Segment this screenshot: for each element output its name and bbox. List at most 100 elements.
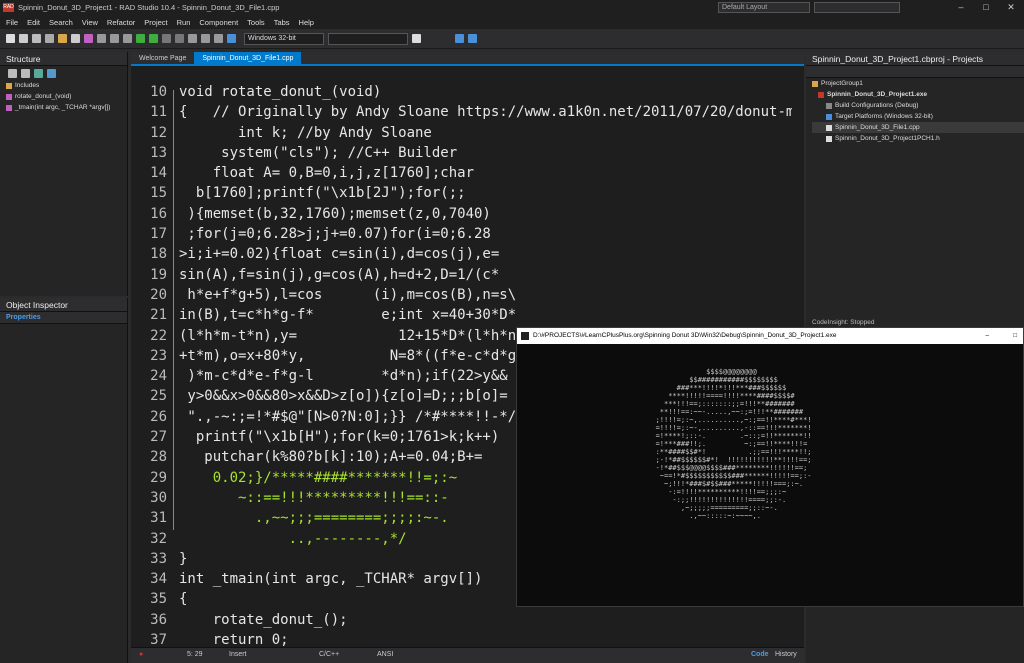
toggle-form-icon[interactable] (123, 34, 132, 43)
code-line[interactable]: rotate_donut_(); (179, 610, 799, 630)
project-tree: ProjectGroup1 Spinnin_Donut_3D_Project1.… (806, 78, 1024, 144)
config-select[interactable] (328, 32, 408, 45)
menu-component[interactable]: Component (199, 18, 238, 27)
forward-arrow-icon[interactable] (468, 34, 477, 43)
config-icon (826, 102, 832, 109)
language-mode[interactable]: C/C++ (319, 651, 339, 658)
structure-panel: Structure Includes rotate_donut_(void) _… (0, 52, 128, 296)
line-number: 29 (150, 469, 167, 486)
code-line[interactable]: sin(A),f=sin(j),g=cos(A),h=d+2,D=1/(c* (179, 265, 799, 285)
menu-refactor[interactable]: Refactor (107, 18, 135, 27)
stop-icon[interactable] (175, 34, 184, 43)
tree-item-rotate-donut[interactable]: rotate_donut_(void) (6, 91, 127, 102)
tab-code[interactable]: Code (751, 651, 769, 658)
line-number: 20 (150, 286, 167, 303)
line-number: 35 (150, 591, 167, 608)
save-icon[interactable] (32, 34, 41, 43)
back-arrow-icon[interactable] (455, 34, 464, 43)
code-line[interactable]: void rotate_donut_(void) (179, 82, 799, 102)
ide-search-input[interactable] (814, 2, 900, 13)
step-over-icon[interactable] (188, 34, 197, 43)
console-line: ****!!!!!====!!!!****####$$$$# (605, 392, 795, 400)
status-bar: ● 5: 29 Insert C/C++ ANSI Code History (131, 647, 804, 663)
tree-item-tmain[interactable]: _tmain(int argc, _TCHAR *argv[]) (6, 102, 127, 113)
exe-icon (818, 91, 824, 98)
platform-icon (227, 34, 236, 43)
layout-selector[interactable]: Default Layout (718, 2, 810, 13)
line-number: 28 (150, 449, 167, 466)
console-line: =!****!;::-. .~::;=!!*******!! (605, 432, 812, 440)
file-encoding[interactable]: ANSI (377, 651, 393, 658)
maximize-icon[interactable]: □ (974, 0, 998, 15)
line-number: 12 (150, 124, 167, 141)
add-file-icon[interactable] (71, 34, 80, 43)
remove-file-icon[interactable] (84, 34, 93, 43)
menu-tabs[interactable]: Tabs (274, 18, 290, 27)
device-icon[interactable] (412, 34, 421, 43)
menu-help[interactable]: Help (299, 18, 314, 27)
view-form-icon[interactable] (110, 34, 119, 43)
record-icon[interactable]: ● (139, 651, 143, 658)
menu-edit[interactable]: Edit (27, 18, 40, 27)
code-line[interactable]: in(B),t=c*h*g-f* e;int x=40+30*D* (179, 305, 799, 325)
sort-icon[interactable] (34, 68, 43, 78)
tree-item-header-file[interactable]: Spinnin_Donut_3D_Project1PCH1.h (812, 133, 1024, 144)
tree-item-project-group[interactable]: ProjectGroup1 (812, 78, 1024, 89)
code-line[interactable]: int k; //by Andy Sloane (179, 123, 799, 143)
tab-properties[interactable]: Properties (6, 314, 41, 321)
line-number: 34 (150, 571, 167, 588)
function-icon (6, 104, 12, 111)
expand-icon[interactable] (8, 68, 17, 78)
code-line[interactable]: ;for(j=0;6.28>j;j+=0.07)for(i=0;6.28 (179, 224, 799, 244)
console-window[interactable]: D:\#PROJECTS\#LearnCPlusPlus.org\Spinnin… (516, 327, 1024, 607)
run-without-debug-icon[interactable] (149, 34, 158, 43)
console-maximize-icon[interactable]: □ (1013, 328, 1017, 344)
codeinsight-status: CodeInsight: Stopped (812, 319, 875, 326)
view-unit-icon[interactable] (97, 34, 106, 43)
console-minimize-icon[interactable]: – (985, 328, 989, 344)
new-file-icon[interactable] (6, 34, 15, 43)
minimize-icon[interactable]: – (949, 0, 973, 15)
platform-select[interactable]: Windows 32-bit (244, 32, 324, 45)
console-line: ;!!!!=;:~,..........,~:;==!!****#***! (605, 416, 812, 424)
save-all-icon[interactable] (45, 34, 54, 43)
line-number: 11 (150, 104, 167, 121)
tab-source-file[interactable]: Spinnin_Donut_3D_File1.cpp (194, 52, 302, 64)
line-number: 15 (150, 185, 167, 202)
tree-item-build-config[interactable]: Build Configurations (Debug) (812, 100, 1024, 111)
code-line[interactable]: float A= 0,B=0,i,j,z[1760];char (179, 163, 799, 183)
menu-view[interactable]: View (82, 18, 98, 27)
menu-file[interactable]: File (6, 18, 18, 27)
code-line[interactable]: >i;i+=0.02){float c=sin(i),d=cos(j),e= (179, 244, 799, 264)
app-logo-icon: RAD (3, 3, 14, 12)
tree-item-cpp-file[interactable]: Spinnin_Donut_3D_File1.cpp (812, 122, 1024, 133)
pause-icon[interactable] (162, 34, 171, 43)
open-icon[interactable] (19, 34, 28, 43)
filter-icon[interactable] (47, 68, 56, 78)
structure-tree: Includes rotate_donut_(void) _tmain(int … (0, 80, 127, 113)
console-line: =!***###!!;. ~:;==!!****!!!= (605, 440, 808, 448)
open-project-icon[interactable] (58, 34, 67, 43)
menu-project[interactable]: Project (144, 18, 167, 27)
close-icon[interactable]: ✕ (999, 0, 1023, 15)
code-line[interactable]: return 0; (179, 630, 799, 647)
trace-into-icon[interactable] (201, 34, 210, 43)
code-line[interactable]: ){memset(b,32,1760);memset(z,0,7040) (179, 204, 799, 224)
tab-welcome-page[interactable]: Welcome Page (131, 52, 194, 64)
tree-item-target-platforms[interactable]: Target Platforms (Windows 32-bit) (812, 111, 1024, 122)
menu-tools[interactable]: Tools (247, 18, 265, 27)
code-line[interactable]: h*e+f*g+5),l=cos (i),m=cos(B),n=s\ (179, 285, 799, 305)
code-line[interactable]: { // Originally by Andy Sloane https://w… (179, 102, 803, 122)
tab-history[interactable]: History (775, 651, 797, 658)
console-line: **!!!==:~~-.....,~~:;=!!!**####### (605, 408, 804, 416)
code-line[interactable]: b[1760];printf("\x1b[2J");for(;; (179, 183, 799, 203)
code-line[interactable]: system("cls"); //C++ Builder (179, 143, 799, 163)
run-icon[interactable] (136, 34, 145, 43)
tree-item-includes[interactable]: Includes (6, 80, 127, 91)
collapse-icon[interactable] (21, 68, 30, 78)
menu-run[interactable]: Run (177, 18, 191, 27)
tree-item-exe[interactable]: Spinnin_Donut_3D_Project1.exe (812, 89, 1024, 100)
console-line: ~==!*#$$$$$$$$$$$###******!!!!!==;:- (605, 472, 812, 480)
menu-search[interactable]: Search (49, 18, 73, 27)
trace-to-line-icon[interactable] (214, 34, 223, 43)
